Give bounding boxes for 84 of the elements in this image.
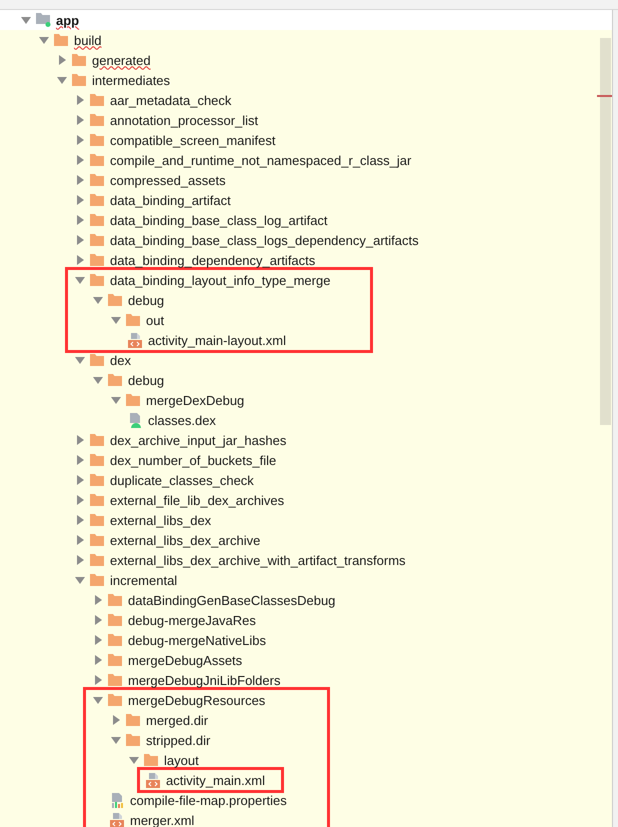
- tree-item-label[interactable]: mergeDebugJniLibFolders: [128, 672, 280, 688]
- tree-item-label[interactable]: data_binding_base_class_log_artifact: [110, 212, 328, 228]
- folder-icon: [90, 214, 104, 226]
- tree-item-label[interactable]: stripped.dir: [146, 732, 210, 748]
- folder-icon: [90, 174, 104, 186]
- xml-file-icon: [110, 812, 124, 827]
- folder-icon: [108, 654, 122, 666]
- folder-icon: [108, 694, 122, 706]
- tree-item-label[interactable]: compressed_assets: [110, 172, 226, 188]
- tree-item-label[interactable]: annotation_processor_list: [110, 112, 258, 128]
- tree-item-label[interactable]: data_binding_layout_info_type_merge: [110, 272, 330, 288]
- tree-item-label[interactable]: external_libs_dex: [110, 512, 212, 528]
- tree-item-label[interactable]: incremental: [110, 572, 178, 588]
- tree-item-label[interactable]: aar_metadata_check: [110, 92, 232, 108]
- xml-file-icon: [128, 332, 142, 348]
- tree-item-label[interactable]: duplicate_classes_check: [110, 472, 254, 488]
- folder-icon: [72, 54, 86, 66]
- folder-icon: [90, 274, 104, 286]
- folder-icon: [144, 754, 158, 766]
- folder-icon: [90, 494, 104, 506]
- folder-icon: [126, 394, 140, 406]
- tree-item-label[interactable]: mergeDebugResources: [128, 692, 266, 708]
- tree-item-label[interactable]: dex_number_of_buckets_file: [110, 452, 276, 468]
- folder-icon: [90, 234, 104, 246]
- tree-item-label[interactable]: classes.dex: [148, 412, 216, 428]
- tree-item-label[interactable]: merged.dir: [146, 712, 208, 728]
- tree-item-label[interactable]: external_libs_dex_archive: [110, 532, 260, 548]
- tree-item-label[interactable]: activity_main-layout.xml: [148, 332, 286, 348]
- tree-item-label[interactable]: data_binding_base_class_logs_dependency_artifacts: [110, 232, 419, 248]
- tree-item-label[interactable]: generated: [92, 52, 151, 68]
- folder-icon: [90, 194, 104, 206]
- tree-item-label[interactable]: debug-mergeJavaRes: [128, 612, 256, 628]
- tree-item-label[interactable]: intermediates: [92, 72, 170, 88]
- folder-icon: [90, 254, 104, 266]
- folder-icon: [90, 474, 104, 486]
- xml-file-icon: [146, 772, 160, 788]
- tree-item-label[interactable]: external_libs_dex_archive_with_artifact_transforms: [110, 552, 406, 568]
- folder-icon: [90, 434, 104, 446]
- folder-icon: [108, 374, 122, 386]
- tree-item-label[interactable]: compatible_screen_manifest: [110, 132, 276, 148]
- folder-icon: [90, 554, 104, 566]
- folder-icon: [126, 734, 140, 746]
- tree-item-label[interactable]: layout: [164, 752, 199, 768]
- folder-icon: [108, 674, 122, 686]
- dex-file-icon: [128, 412, 142, 428]
- folder-icon: [108, 614, 122, 626]
- tree-item-label[interactable]: debug: [128, 372, 164, 388]
- folder-icon: [54, 34, 68, 46]
- tree-item-label[interactable]: merger.xml: [130, 812, 194, 827]
- tree-item-label[interactable]: mergeDebugAssets: [128, 652, 242, 668]
- module-folder-icon: [36, 13, 50, 27]
- tree-item-label[interactable]: data_binding_artifact: [110, 192, 231, 208]
- folder-icon: [90, 534, 104, 546]
- tree-item-label[interactable]: data_binding_dependency_artifacts: [110, 252, 316, 268]
- properties-file-icon: [110, 792, 124, 808]
- folder-icon: [126, 714, 140, 726]
- tree-item-label[interactable]: build: [74, 32, 102, 48]
- folder-icon: [126, 314, 140, 326]
- folder-icon: [90, 94, 104, 106]
- folder-icon: [90, 114, 104, 126]
- tree-item-label[interactable]: compile-file-map.properties: [130, 792, 287, 808]
- folder-icon: [108, 294, 122, 306]
- folder-icon: [90, 154, 104, 166]
- tree-item-label[interactable]: mergeDexDebug: [146, 392, 244, 408]
- folder-icon: [90, 134, 104, 146]
- error-marker: [597, 95, 612, 97]
- folder-icon: [90, 514, 104, 526]
- tree-item-label[interactable]: debug: [128, 292, 164, 308]
- tree-item-label[interactable]: out: [146, 312, 164, 328]
- folder-icon: [90, 354, 104, 366]
- tree-item-label[interactable]: compile_and_runtime_not_namespaced_r_class_jar: [110, 152, 412, 168]
- folder-icon: [72, 74, 86, 86]
- folder-icon: [90, 574, 104, 586]
- tree-item-label[interactable]: activity_main.xml: [166, 772, 265, 788]
- folder-icon: [108, 634, 122, 646]
- tree-item-label[interactable]: app: [56, 12, 80, 28]
- folder-icon: [108, 594, 122, 606]
- folder-icon: [90, 454, 104, 466]
- scrollbar[interactable]: [600, 38, 611, 425]
- tree-item-label[interactable]: dex: [110, 352, 131, 368]
- tree-item-label[interactable]: dataBindingGenBaseClassesDebug: [128, 592, 336, 608]
- tree-item-label[interactable]: dex_archive_input_jar_hashes: [110, 432, 286, 448]
- tree-item-label[interactable]: external_file_lib_dex_archives: [110, 492, 284, 508]
- tree-item-label[interactable]: debug-mergeNativeLibs: [128, 632, 266, 648]
